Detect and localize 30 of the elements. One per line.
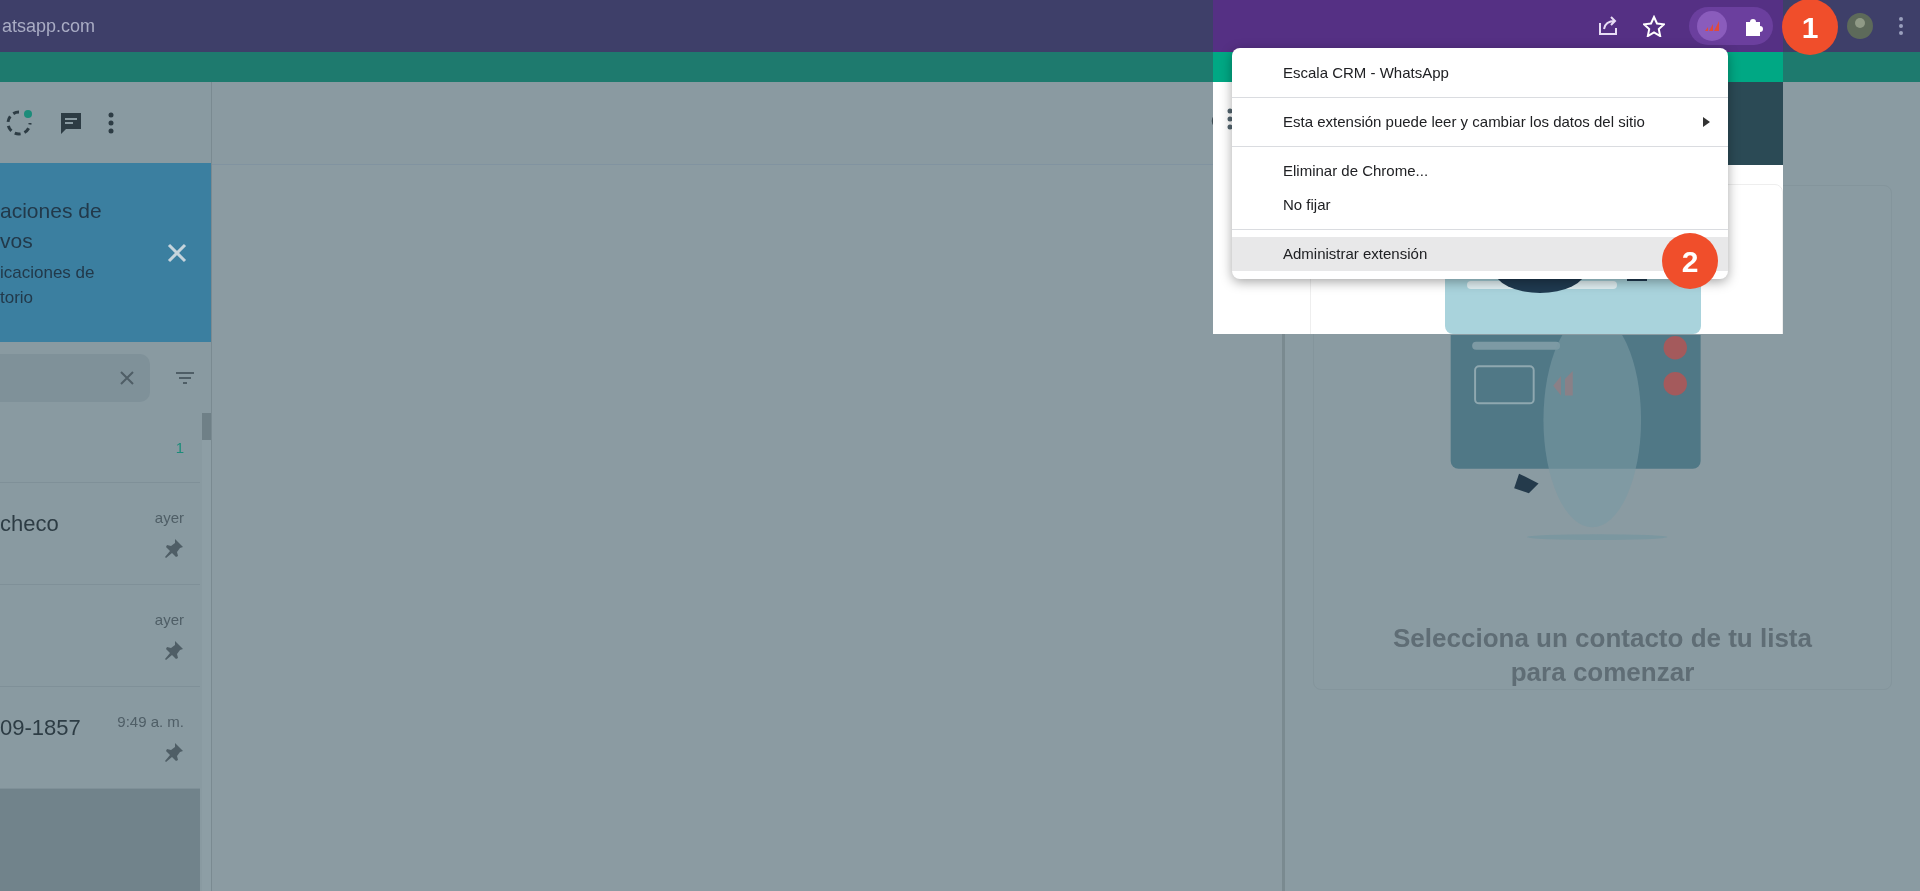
clear-icon[interactable] <box>120 370 134 385</box>
crm-extension-icon[interactable] <box>1697 11 1727 41</box>
scroll-thumb[interactable] <box>202 413 211 440</box>
menu-icon[interactable] <box>108 111 114 134</box>
banner-subtitle: torio <box>0 286 35 309</box>
avatar-icon[interactable] <box>1846 12 1874 40</box>
unread-count: 1 <box>175 438 184 458</box>
menu-item[interactable]: Eliminar de Chrome... <box>1232 154 1728 188</box>
banner-title: vos <box>0 227 34 254</box>
menu-item[interactable]: No fijar <box>1232 188 1728 222</box>
banner-subtitle: icaciones de <box>0 261 96 284</box>
chat-time: 9:49 a. m. <box>117 712 184 732</box>
status-icon[interactable] <box>4 107 34 138</box>
chat-name: checo <box>0 511 59 536</box>
menu-icon[interactable] <box>1898 16 1904 36</box>
scrollbar[interactable] <box>202 413 211 891</box>
chat-row[interactable]: checo ayer <box>0 483 200 585</box>
chat-name: 09-1857 <box>0 715 81 740</box>
search-field[interactable] <box>0 353 150 402</box>
menu-item[interactable]: Escala CRM - WhatsApp <box>1232 56 1728 90</box>
share-icon[interactable] <box>1597 15 1619 37</box>
star-icon[interactable] <box>1643 15 1665 37</box>
chat-time: ayer <box>154 508 184 528</box>
banner-title: aciones de <box>0 197 103 224</box>
address-text[interactable]: atsapp.com <box>0 12 96 40</box>
menu-icon[interactable] <box>1227 108 1233 130</box>
menu-item[interactable]: Esta extensión puede leer y cambiar los datos del sitio <box>1232 105 1728 139</box>
chat-time: ayer <box>154 610 184 630</box>
close-icon[interactable] <box>167 242 187 263</box>
filter-icon[interactable] <box>175 370 195 385</box>
